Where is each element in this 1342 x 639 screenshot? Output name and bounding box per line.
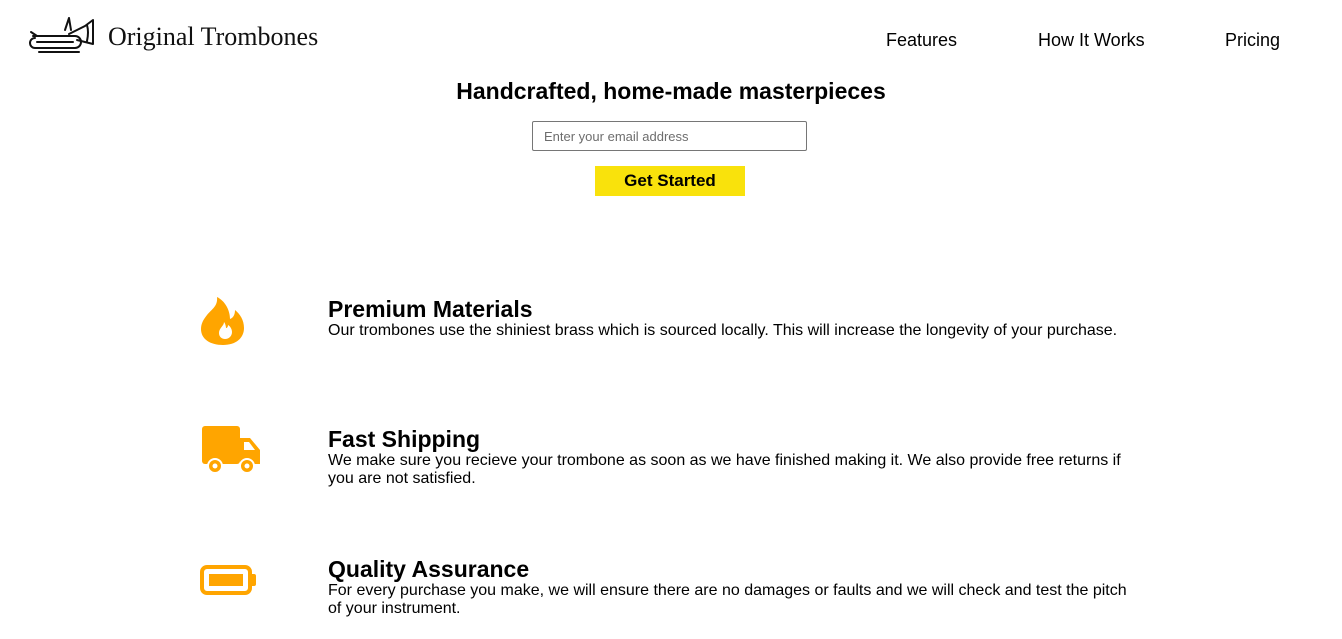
nav-pricing-link[interactable]: Pricing xyxy=(1225,30,1280,51)
nav-features-link[interactable]: Features xyxy=(886,30,957,51)
feature-text: Quality Assurance For every purchase you… xyxy=(328,556,1133,618)
battery-icon xyxy=(200,565,256,595)
feature-description: Our trombones use the shiniest brass whi… xyxy=(328,322,1118,339)
nav-how-it-works-link[interactable]: How It Works xyxy=(1038,30,1145,51)
truck-icon xyxy=(202,426,260,474)
feature-text: Fast Shipping We make sure you recieve y… xyxy=(328,426,1133,488)
trombone-icon xyxy=(29,17,94,53)
feature-description: We make sure you recieve your trombone a… xyxy=(328,452,1121,487)
logo-text: Original Trombones xyxy=(108,22,319,51)
feature-description: For every purchase you make, we will ens… xyxy=(328,582,1127,617)
site-header: Original Trombones Features How It Works… xyxy=(0,0,1342,80)
get-started-button[interactable]: Get Started xyxy=(595,166,745,196)
feature-title: Fast Shipping xyxy=(328,426,481,452)
logo[interactable]: Original Trombones xyxy=(29,16,318,58)
feature-title: Quality Assurance xyxy=(328,556,530,582)
fire-icon xyxy=(201,297,244,345)
feature-title: Premium Materials xyxy=(328,296,533,322)
hero-title: Handcrafted, home-made masterpieces xyxy=(456,78,886,104)
landing-page: Original Trombones Features How It Works… xyxy=(0,0,1342,639)
email-input[interactable] xyxy=(532,121,807,151)
feature-text: Premium Materials Our trombones use the … xyxy=(328,296,1133,340)
